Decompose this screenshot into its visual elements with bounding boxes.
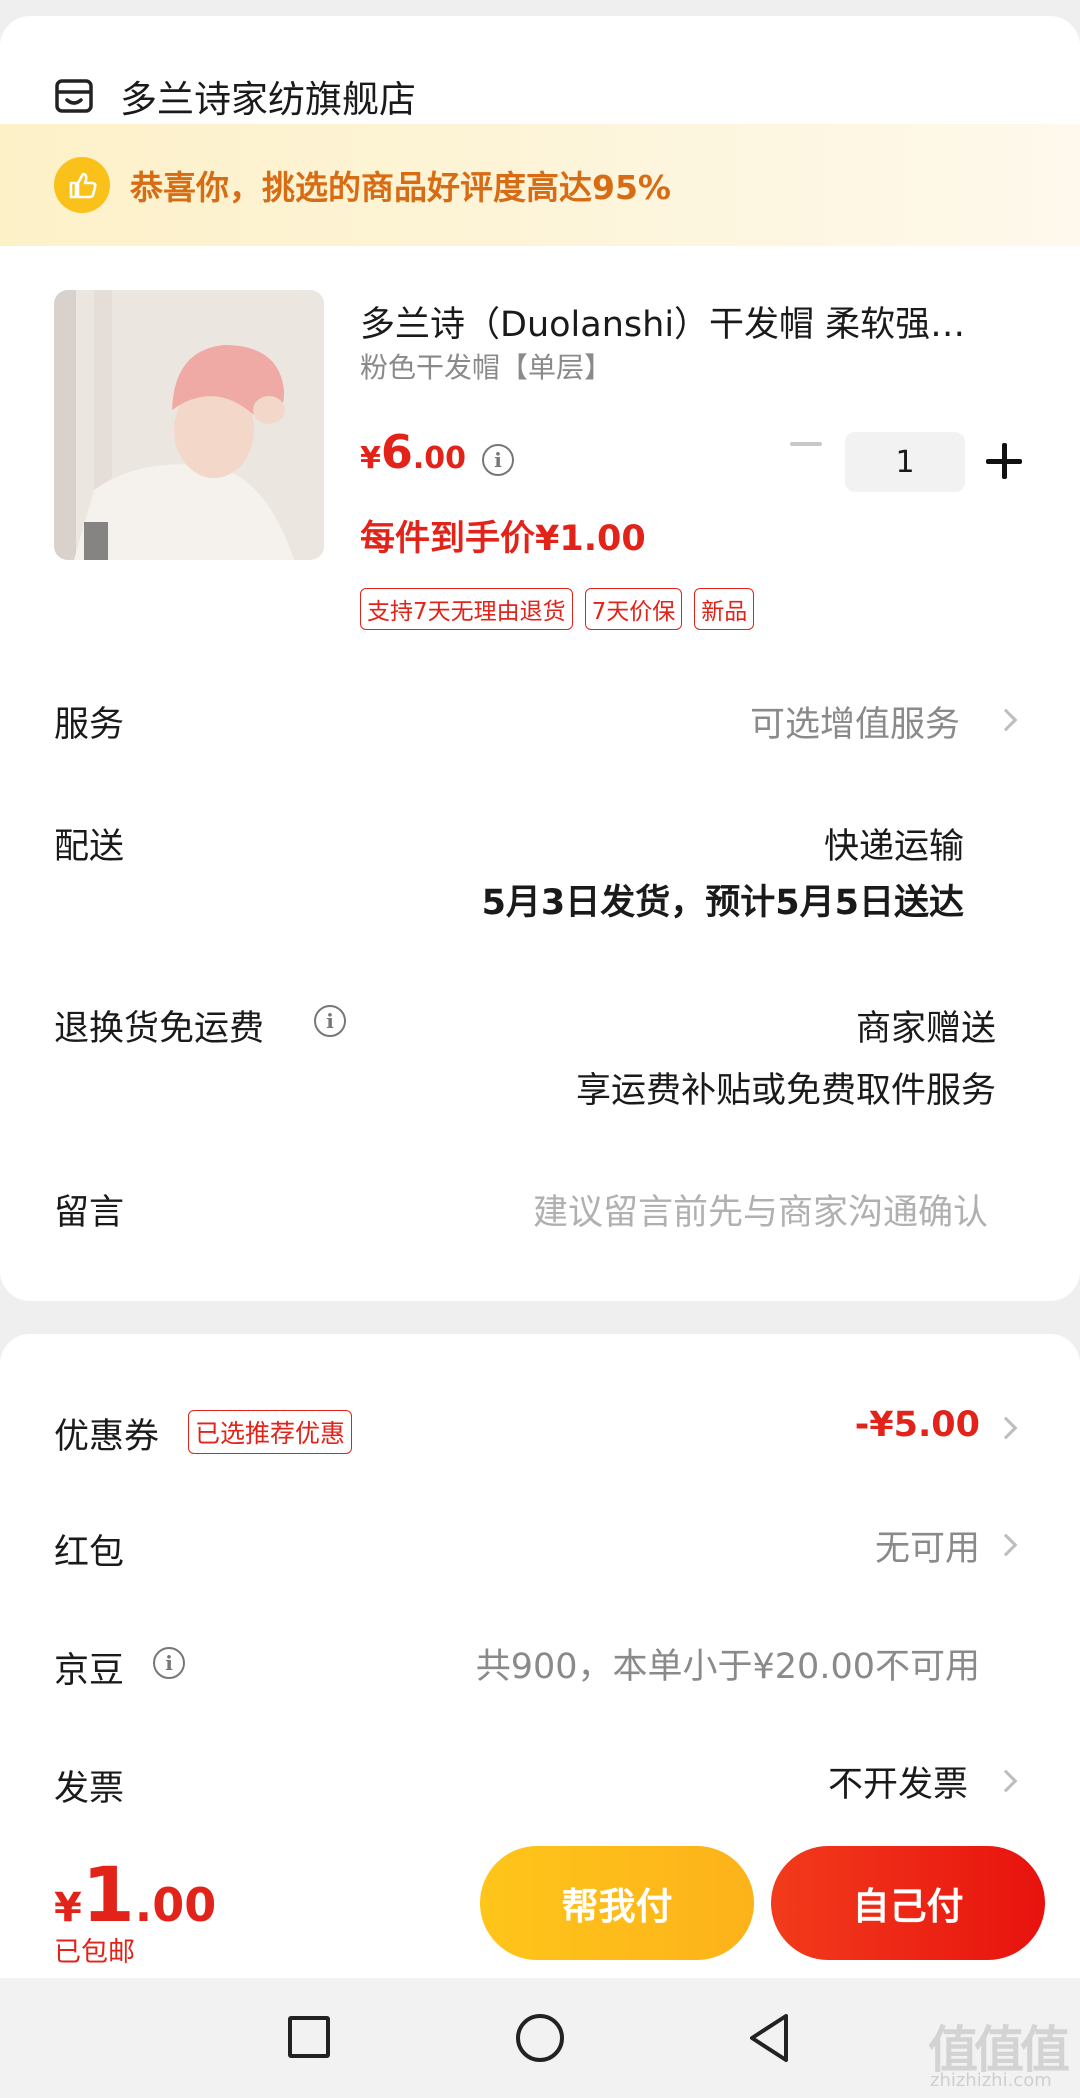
invoice-value[interactable]: 不开发票 [828, 1756, 968, 1807]
invoice-label: 发票 [54, 1769, 125, 1809]
shipping-status: 已包邮 [54, 1937, 135, 1968]
tag-new: 新品 [694, 588, 755, 630]
tag-price-protect: 7天价保 [584, 588, 683, 630]
quantity-increase-button[interactable] [986, 443, 1022, 479]
watermark-url: zhizhizhi.com [930, 2070, 1052, 2091]
return-value-merchant: 商家赠送 [855, 1009, 996, 1049]
each-price: 每件到手价¥1.00 [360, 519, 646, 559]
back-icon[interactable] [746, 2012, 792, 2064]
product-image[interactable] [54, 290, 324, 560]
product-title[interactable]: 多兰诗（Duolanshi）干发帽 柔软强… [360, 296, 1020, 347]
total-price: ¥ 1 .00 [54, 1850, 216, 1939]
self-pay-button[interactable]: 自己付 [771, 1846, 1045, 1960]
total-integer: 1 [81, 1850, 135, 1939]
quantity-decrease-button[interactable] [790, 442, 822, 446]
rating-banner: 恭喜你，挑选的商品好评度高达95% [0, 124, 1080, 246]
store-icon [55, 79, 93, 113]
product-tags: 支持7天无理由退货 7天价保 新品 [360, 588, 755, 630]
price-integer: 6 [380, 425, 413, 479]
delivery-label: 配送 [54, 827, 125, 867]
help-pay-button[interactable]: 帮我付 [480, 1846, 754, 1960]
message-label: 留言 [54, 1193, 125, 1233]
return-value-service: 享运费补贴或免费取件服务 [575, 1071, 996, 1111]
redpacket-label: 红包 [54, 1533, 125, 1573]
jingdou-value: 共900，本单小于¥20.00不可用 [475, 1647, 980, 1687]
return-label: 退换货免运费 [54, 1009, 265, 1049]
price-decimal: .00 [412, 441, 467, 476]
thumbs-up-icon [54, 157, 110, 213]
quantity-input[interactable]: 1 [845, 432, 965, 492]
home-icon[interactable] [516, 2014, 564, 2062]
tag-return: 支持7天无理由退货 [360, 588, 573, 630]
coupon-label: 优惠券 [54, 1417, 160, 1457]
product-price: ¥ 6 .00 [360, 425, 466, 479]
service-label: 服务 [54, 705, 125, 745]
coupon-value[interactable]: -¥5.00 [855, 1405, 980, 1445]
jingdou-label: 京豆 [54, 1651, 125, 1691]
shop-name: 多兰诗家纺旗舰店 [120, 78, 416, 121]
total-currency: ¥ [54, 1885, 82, 1931]
total-decimal: .00 [134, 1878, 217, 1932]
coupon-badge: 已选推荐优惠 [188, 1410, 353, 1454]
delivery-method[interactable]: 快递运输 [824, 818, 964, 869]
product-spec: 粉色干发帽【单层】 [360, 351, 613, 384]
price-currency: ¥ [360, 441, 381, 476]
recent-apps-icon[interactable] [288, 2016, 330, 2058]
return-info-icon[interactable]: i [314, 1005, 346, 1037]
jingdou-info-icon[interactable]: i [153, 1647, 185, 1679]
price-info-icon[interactable]: i [482, 444, 514, 476]
redpacket-value[interactable]: 无可用 [875, 1520, 980, 1571]
delivery-schedule[interactable]: 5月3日发货，预计5月5日送达 [482, 874, 964, 925]
banner-text: 恭喜你，挑选的商品好评度高达95% [130, 168, 671, 207]
message-input[interactable]: 建议留言前先与商家沟通确认 [533, 1184, 988, 1235]
service-value[interactable]: 可选增值服务 [750, 696, 960, 747]
